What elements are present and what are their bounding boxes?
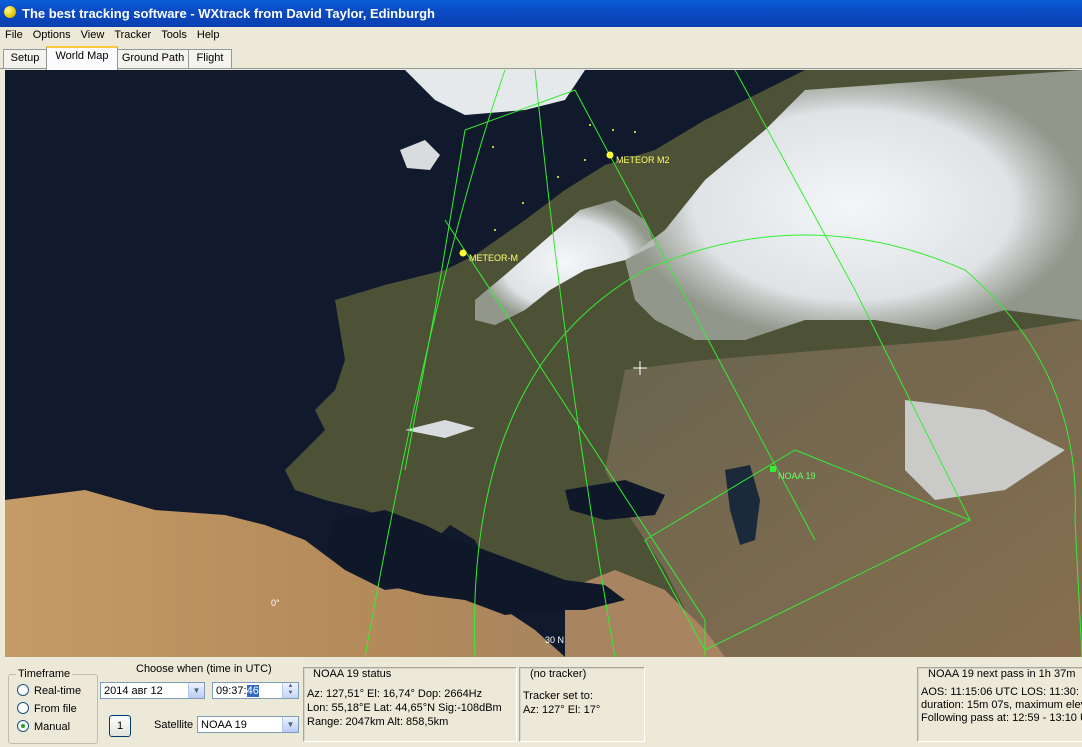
satellite-label-meteor-m2: METEOR M2 bbox=[616, 155, 670, 165]
satellite-label-noaa-19: NOAA 19 bbox=[778, 471, 816, 481]
menu-tracker[interactable]: Tracker bbox=[109, 27, 156, 41]
radio-realtime-indicator[interactable] bbox=[17, 684, 29, 696]
next-pass-line-2: duration: 15m 07s, maximum elev bbox=[921, 699, 1082, 711]
next-pass-line-3: Following pass at: 12:59 - 13:10 U bbox=[921, 712, 1082, 724]
timeframe-group: Timeframe Real-time From file Manual bbox=[8, 668, 98, 744]
status-line-2: Lon: 55,18°E Lat: 44,65°N Sig:-108dBm bbox=[307, 702, 502, 714]
spin-down-icon[interactable]: ▼ bbox=[283, 690, 298, 697]
radio-manual-indicator[interactable] bbox=[17, 720, 29, 732]
satellite-status-panel: NOAA 19 status Az: 127,51° El: 16,74° Do… bbox=[303, 667, 517, 742]
world-map-canvas: 0° 30 N METEOR M2 METEOR-M NOAA 19 bbox=[5, 70, 1082, 657]
time-spinner[interactable]: ▲ ▼ bbox=[282, 683, 298, 698]
menu-bar: File Options View Tracker Tools Help bbox=[0, 27, 1082, 45]
next-pass-title: NOAA 19 next pass in 1h 37m bbox=[928, 668, 1076, 680]
status-title: NOAA 19 status bbox=[313, 668, 392, 680]
menu-file[interactable]: File bbox=[0, 27, 28, 41]
time-seconds-selected: 46 bbox=[246, 685, 259, 697]
choose-when-title: Choose when (time in UTC) bbox=[136, 663, 272, 675]
status-line-3: Range: 2047km Alt: 858,5km bbox=[307, 716, 449, 728]
tab-setup[interactable]: Setup bbox=[3, 49, 47, 68]
timeframe-title: Timeframe bbox=[16, 668, 73, 680]
satellite-label-meteor-m: METEOR-M bbox=[469, 253, 518, 263]
status-line-1: Az: 127,51° El: 16,74° Dop: 2664Hz bbox=[307, 688, 483, 700]
title-bar: The best tracking software - WXtrack fro… bbox=[0, 0, 1082, 27]
menu-options[interactable]: Options bbox=[28, 27, 76, 41]
next-pass-panel: NOAA 19 next pass in 1h 37m AOS: 11:15:0… bbox=[917, 667, 1082, 742]
tracker-title: (no tracker) bbox=[530, 668, 587, 680]
radio-from-file-label: From file bbox=[34, 703, 77, 715]
satellite-dropdown-arrow-icon[interactable]: ▼ bbox=[282, 717, 298, 732]
tab-bar: Setup World Map Ground Path Flight bbox=[0, 46, 1082, 70]
graticule-label-30n: 30 N bbox=[545, 635, 564, 645]
radio-manual-label: Manual bbox=[34, 721, 71, 733]
time-value: 09:37: bbox=[216, 685, 247, 697]
time-field[interactable]: 09:37:46 ▲ ▼ bbox=[212, 682, 299, 699]
tab-world-map[interactable]: World Map bbox=[46, 46, 118, 70]
satellite-select[interactable]: NOAA 19 ▼ bbox=[197, 716, 299, 733]
tracker-line-2: Az: 127° El: 17° bbox=[523, 704, 601, 716]
graticule-label-0: 0° bbox=[271, 598, 280, 608]
control-panel: Timeframe Real-time From file Manual Cho… bbox=[0, 657, 1082, 747]
satellite-select-value: NOAA 19 bbox=[201, 719, 247, 731]
spin-up-icon[interactable]: ▲ bbox=[283, 683, 298, 690]
tracker-line-1: Tracker set to: bbox=[523, 690, 593, 702]
tab-flight[interactable]: Flight bbox=[188, 49, 232, 68]
radio-from-file-indicator[interactable] bbox=[17, 702, 29, 714]
radio-realtime[interactable]: Real-time bbox=[17, 684, 81, 697]
world-map[interactable]: 0° 30 N METEOR M2 METEOR-M NOAA 19 bbox=[5, 70, 1082, 657]
tracker-panel: (no tracker) Tracker set to: Az: 127° El… bbox=[519, 667, 645, 742]
window-title: The best tracking software - WXtrack fro… bbox=[22, 6, 435, 21]
step-button[interactable]: 1 bbox=[109, 715, 131, 737]
date-value: 2014 авг 12 bbox=[104, 685, 163, 697]
tab-ground-path[interactable]: Ground Path bbox=[117, 49, 189, 68]
next-pass-line-1: AOS: 11:15:06 UTC LOS: 11:30: bbox=[921, 686, 1079, 698]
satellite-label: Satellite bbox=[154, 719, 194, 731]
date-dropdown-arrow-icon[interactable]: ▼ bbox=[188, 683, 204, 698]
radio-from-file[interactable]: From file bbox=[17, 702, 77, 715]
menu-tools[interactable]: Tools bbox=[156, 27, 192, 41]
radio-manual[interactable]: Manual bbox=[17, 720, 70, 733]
app-icon[interactable] bbox=[4, 6, 16, 18]
radio-realtime-label: Real-time bbox=[34, 685, 82, 697]
date-picker[interactable]: 2014 авг 12 ▼ bbox=[100, 682, 205, 699]
menu-view[interactable]: View bbox=[76, 27, 110, 41]
menu-help[interactable]: Help bbox=[192, 27, 225, 41]
